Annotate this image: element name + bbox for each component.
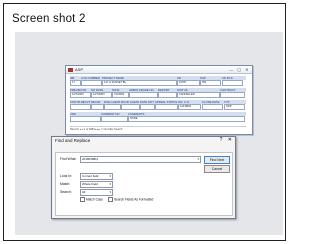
field-value[interactable]: 1/27/2003 xyxy=(70,92,91,98)
dialog-title: Find and Replace xyxy=(55,138,91,143)
field-value[interactable] xyxy=(158,92,177,98)
match-case-checkbox[interactable]: Match Case xyxy=(80,197,103,202)
find-next-button[interactable]: Find Next xyxy=(204,156,230,164)
checkbox-icon xyxy=(80,197,85,202)
field-value[interactable] xyxy=(70,116,101,122)
dialog-controls: ? ✕ xyxy=(216,137,232,143)
screenshot-area: ASP — ▢ ✕ MB 17 LOG NUMBER PROJECT NAME … xyxy=(15,32,283,235)
match-value: Whole Field xyxy=(82,182,98,186)
match-select[interactable]: Whole Field ▾ xyxy=(80,181,113,188)
window-controls[interactable]: — ▢ ✕ xyxy=(229,66,250,73)
chevron-down-icon[interactable]: ▾ xyxy=(109,174,111,179)
field-value[interactable] xyxy=(91,104,104,110)
search-label: Search: xyxy=(60,190,72,194)
search-select[interactable]: All ▾ xyxy=(80,189,113,196)
chevron-down-icon[interactable]: ▾ xyxy=(197,157,199,162)
field-value[interactable] xyxy=(220,92,245,98)
status-dropdown[interactable]: CANCELLED xyxy=(177,92,220,98)
cancel-button[interactable]: Cancel xyxy=(204,165,230,173)
look-in-label: Look In: xyxy=(60,174,73,178)
look-in-value: Current field xyxy=(82,174,99,178)
form-window-titlebar[interactable]: ASP — ▢ ✕ xyxy=(66,66,252,74)
form-icon xyxy=(68,67,73,72)
close-icon[interactable]: ✕ xyxy=(228,137,232,143)
field-value[interactable] xyxy=(222,80,243,86)
search-formatted-label: Search Fields As Formatted xyxy=(114,197,154,202)
find-replace-dialog: Find and Replace ? ✕ Find Replace Find W… xyxy=(51,136,236,219)
find-what-input[interactable]: 20180188(2 ▾ xyxy=(80,156,201,163)
field-value[interactable]: 7/2/2003 xyxy=(112,92,129,98)
field-value[interactable] xyxy=(101,116,128,122)
chevron-down-icon[interactable]: ▾ xyxy=(109,190,111,195)
figure-frame: Screen shot 2 ASP — ▢ ✕ MB 17 LOG NUMBER… xyxy=(3,3,286,241)
field-value[interactable]: 1/27/2003 xyxy=(91,92,112,98)
field-value[interactable] xyxy=(70,104,91,110)
form-row-2: PRE RECVD 1/27/2003 NO DATE 1/27/2003 NO… xyxy=(70,88,246,98)
field-value[interactable] xyxy=(104,104,121,110)
record-navigator[interactable]: Record: ◂ ◂ 1 of 3083 ▸ ▸▸ ✕ No Filter S… xyxy=(70,126,246,132)
match-label: Match: xyxy=(60,182,71,186)
field-value[interactable]: 147 H SUNSET BL xyxy=(102,80,177,86)
field-value[interactable]: 123.6B04 xyxy=(178,104,201,110)
search-formatted-checkbox[interactable]: Search Fields As Formatted xyxy=(108,197,153,202)
field-value[interactable]: 17 xyxy=(70,80,81,86)
find-what-label: Find What: xyxy=(60,157,77,161)
form-row-3: CONTR RECV'D REVLR DUE CLIENT RCVD CLIEN… xyxy=(70,100,246,110)
form-window-title: ASP xyxy=(75,67,84,72)
comments-field[interactable]: NONE xyxy=(128,116,245,122)
look-in-select[interactable]: Current field ▾ xyxy=(80,173,113,180)
match-case-label: Match Case xyxy=(86,197,104,202)
field-value[interactable] xyxy=(202,104,223,110)
find-panel: Find What: 20180188(2 ▾ Find Next Cancel… xyxy=(55,152,233,216)
field-value[interactable]: ODP xyxy=(224,104,245,110)
chevron-down-icon[interactable]: ▾ xyxy=(109,182,111,187)
field-value[interactable] xyxy=(140,104,155,110)
field-value[interactable] xyxy=(81,80,102,86)
field-value[interactable]: 16787 xyxy=(177,80,200,86)
form-window: ASP — ▢ ✕ MB 17 LOG NUMBER PROJECT NAME … xyxy=(65,65,253,135)
field-value[interactable] xyxy=(121,104,140,110)
form-row-4: CDE CURRENT NO COMMENTS NONE xyxy=(70,112,246,122)
search-value: All xyxy=(82,190,86,194)
checkbox-icon xyxy=(108,197,113,202)
find-what-value: 20180188(2 xyxy=(82,157,99,161)
field-value[interactable] xyxy=(129,92,158,98)
figure-caption: Screen shot 2 xyxy=(12,13,86,25)
field-value[interactable] xyxy=(155,104,178,110)
field-value[interactable]: 001 xyxy=(200,80,221,86)
help-icon[interactable]: ? xyxy=(220,137,223,143)
form-row-1: MB 17 LOG NUMBER PROJECT NAME 147 H SUNS… xyxy=(70,76,246,86)
